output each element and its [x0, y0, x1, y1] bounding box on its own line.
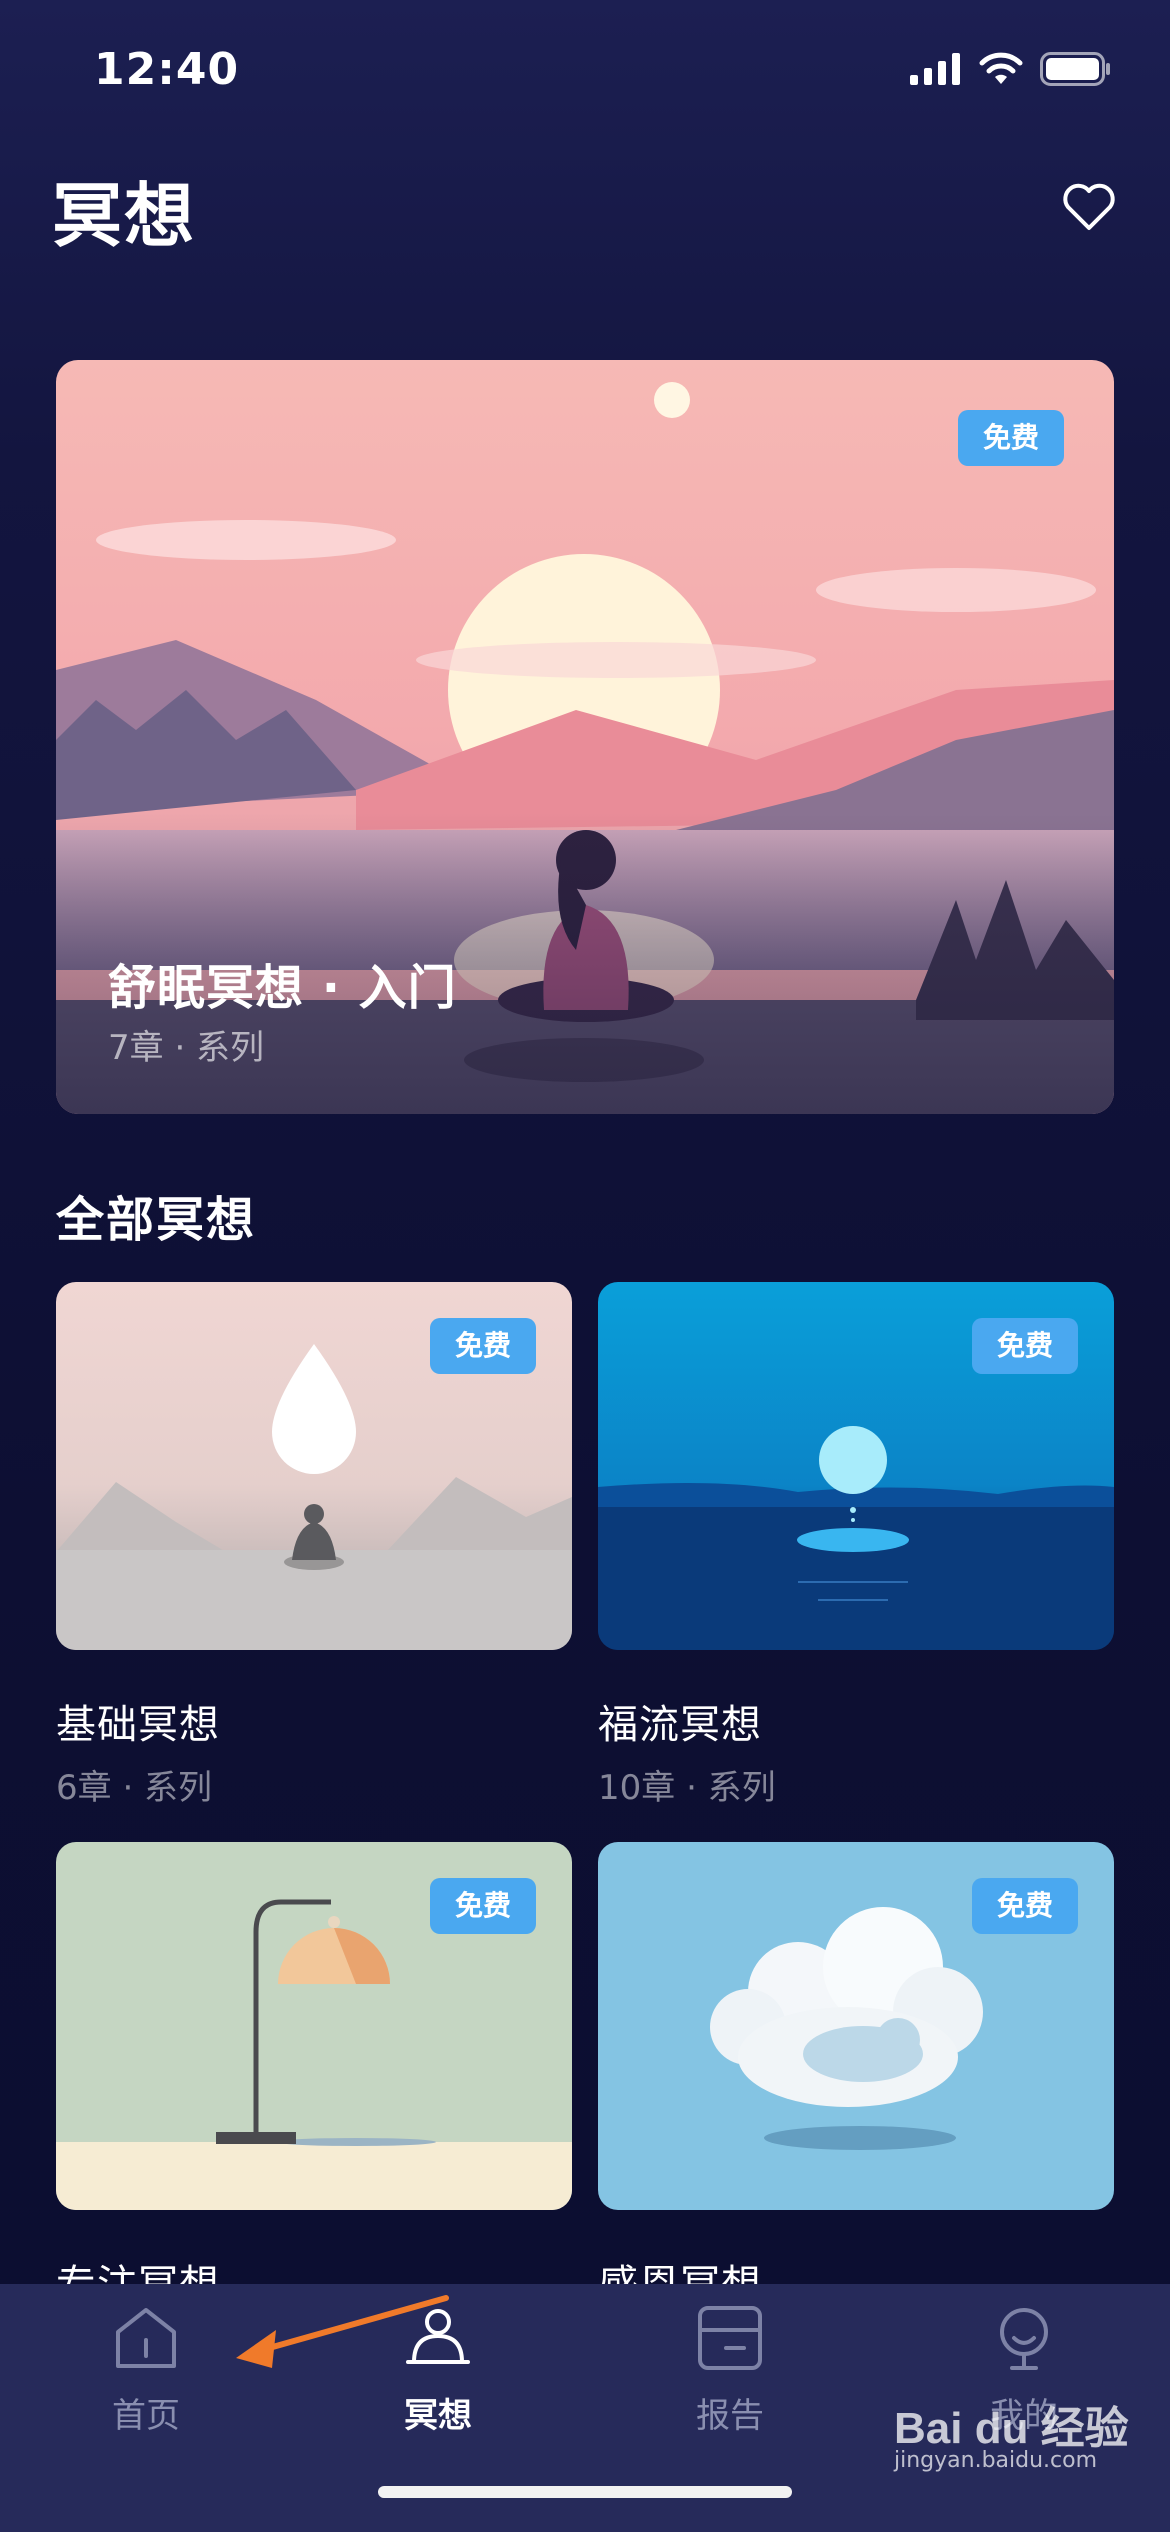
watermark-brand: Bai du 经验 [894, 2404, 1129, 2453]
meditation-icon [406, 2309, 470, 2364]
tab-label: 首页 [112, 2396, 180, 2436]
free-badge: 免费 [958, 410, 1064, 466]
tab-home[interactable]: 首页 [56, 2284, 236, 2444]
tab-meditation[interactable]: 冥想 [348, 2284, 528, 2444]
tab-label: 报告 [696, 2396, 764, 2436]
card-title: 基础冥想 [56, 1702, 220, 1748]
card-subtitle: 10章 · 系列 [598, 1768, 776, 1808]
card-subtitle: 6章 · 系列 [56, 1768, 213, 1808]
status-bar: 12:40 [0, 0, 1170, 140]
hero-subtitle: 7章 · 系列 [108, 1028, 265, 1068]
free-badge: 免费 [430, 1878, 536, 1934]
home-indicator [378, 2486, 792, 2498]
wifi-icon [979, 52, 1023, 84]
watermark-url: jingyan.baidu.com [894, 2448, 1098, 2473]
watermark: Bai du 经验 jingyan.baidu.com [894, 2392, 1144, 2482]
tab-label: 冥想 [404, 2396, 472, 2436]
report-icon [698, 2306, 762, 2370]
hero-title: 舒眠冥想 · 入门 [108, 960, 457, 1016]
tab-report[interactable]: 报告 [640, 2284, 820, 2444]
free-badge: 免费 [972, 1318, 1078, 1374]
hero-card-sleep-meditation[interactable]: 免费 舒眠冥想 · 入门 7章 · 系列 [56, 360, 1114, 1114]
free-badge: 免费 [972, 1878, 1078, 1934]
battery-icon [1040, 52, 1110, 86]
heart-outline-icon [1063, 183, 1115, 230]
profile-icon [1000, 2308, 1048, 2370]
section-title-all: 全部冥想 [56, 1192, 257, 1248]
card-title: 福流冥想 [598, 1702, 762, 1748]
home-icon [116, 2308, 176, 2368]
cellular-signal-icon [910, 53, 960, 85]
status-icons [910, 52, 1112, 86]
free-badge: 免费 [430, 1318, 536, 1374]
page-title: 冥想 [52, 175, 196, 257]
favorite-button[interactable] [1060, 178, 1118, 236]
status-time: 12:40 [94, 44, 240, 95]
